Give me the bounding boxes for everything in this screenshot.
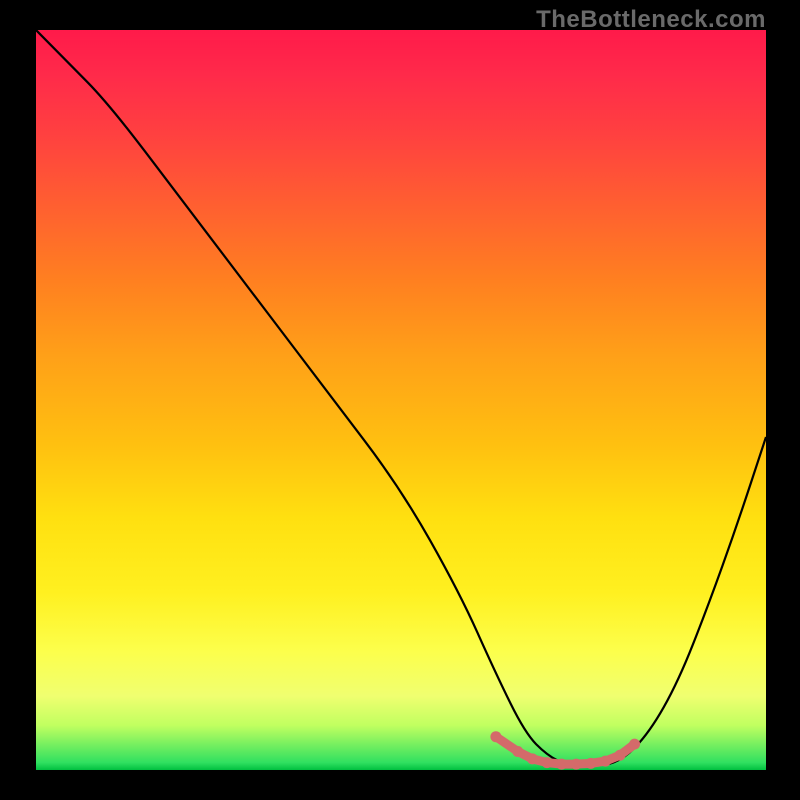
optimal-marker bbox=[556, 759, 567, 770]
optimal-marker bbox=[490, 731, 501, 742]
optimal-marker bbox=[527, 753, 538, 764]
plot-area bbox=[36, 30, 766, 770]
optimal-marker-group bbox=[490, 731, 640, 769]
optimal-marker bbox=[600, 756, 611, 767]
optimal-marker bbox=[542, 757, 553, 768]
optimal-marker bbox=[629, 739, 640, 750]
optimal-marker bbox=[585, 758, 596, 769]
bottleneck-curve bbox=[36, 30, 766, 766]
optimal-marker bbox=[571, 759, 582, 770]
chart-container: TheBottleneck.com bbox=[0, 0, 800, 800]
optimal-marker bbox=[615, 750, 626, 761]
curve-layer bbox=[36, 30, 766, 770]
optimal-marker bbox=[512, 746, 523, 757]
